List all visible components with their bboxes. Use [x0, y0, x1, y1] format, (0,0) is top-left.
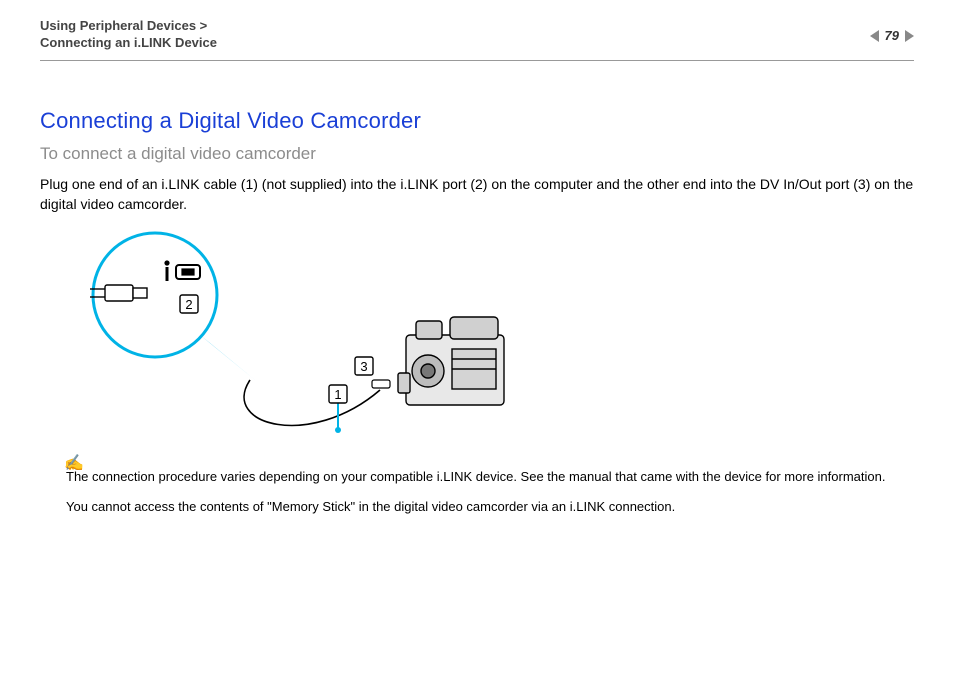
- instruction-text: Plug one end of an i.LINK cable (1) (not…: [40, 174, 914, 215]
- diagram-svg: 2 1 3: [50, 225, 570, 455]
- section-subtitle: To connect a digital video camcorder: [40, 144, 914, 164]
- page-nav: 79: [870, 28, 914, 43]
- connection-diagram: 2 1 3: [50, 225, 570, 455]
- breadcrumb-line1: Using Peripheral Devices >: [40, 18, 914, 33]
- camcorder-icon: [398, 317, 504, 405]
- prev-page-arrow-icon[interactable]: [870, 30, 879, 42]
- page-header: Using Peripheral Devices > Connecting an…: [40, 18, 914, 61]
- breadcrumb-line2: Connecting an i.LINK Device: [40, 35, 914, 50]
- note-text-1: The connection procedure varies dependin…: [66, 469, 914, 486]
- page-content: Connecting a Digital Video Camcorder To …: [40, 108, 914, 530]
- page-number: 79: [885, 28, 899, 43]
- note-text-2: You cannot access the contents of "Memor…: [66, 499, 914, 516]
- note-icon: ✍: [64, 453, 84, 473]
- callout-3-label: 3: [360, 359, 367, 374]
- callout-2-label: 2: [185, 297, 192, 312]
- section-title: Connecting a Digital Video Camcorder: [40, 108, 914, 134]
- notes-block: ✍ The connection procedure varies depend…: [66, 469, 914, 517]
- callout-1-label: 1: [334, 387, 341, 402]
- next-page-arrow-icon[interactable]: [905, 30, 914, 42]
- page-container: Using Peripheral Devices > Connecting an…: [0, 0, 954, 674]
